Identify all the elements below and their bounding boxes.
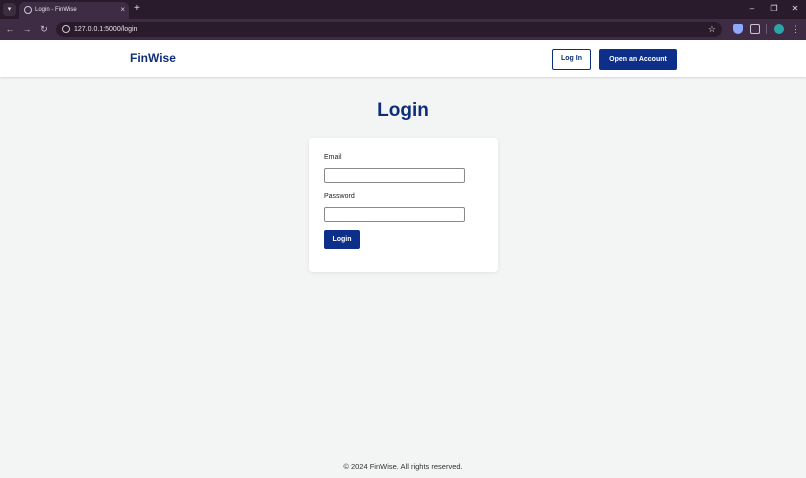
browser-menu-icon[interactable]: ⋮ [791,23,800,35]
browser-tab[interactable]: Login - FinWise × [19,2,129,19]
forward-button[interactable]: → [21,23,33,35]
site-header: FinWise Log In Open an Account [0,40,806,77]
login-form-card: Email Password Login [309,138,498,272]
chevron-down-icon: ▾ [7,6,12,13]
close-window-button[interactable]: ✕ [788,3,802,15]
page-title: Login [377,100,429,121]
login-submit-button[interactable]: Login [324,230,360,249]
bookmark-star-icon[interactable]: ☆ [708,23,716,35]
reload-button[interactable]: ↻ [38,23,50,35]
browser-toolbar: ← → ↻ 127.0.0.1:5000/login ☆ ⋮ [0,19,806,40]
site-info-icon[interactable] [62,25,70,33]
email-label: Email [324,154,342,161]
tab-search-button[interactable]: ▾ [3,3,16,16]
browser-tab-strip: ▾ Login - FinWise × + – ❐ ✕ [0,0,806,19]
address-bar[interactable]: 127.0.0.1:5000/login ☆ [56,22,722,37]
brand-logo[interactable]: FinWise [130,51,176,65]
login-nav-button[interactable]: Log In [552,49,591,70]
minimize-button[interactable]: – [745,3,759,15]
footer-copyright: © 2024 FinWise. All rights reserved. [343,462,463,471]
password-field[interactable] [324,207,465,222]
extensions-puzzle-icon[interactable] [750,24,760,34]
url-text[interactable]: 127.0.0.1:5000/login [74,24,137,35]
extension-shield-icon[interactable] [733,24,743,34]
back-button[interactable]: ← [4,23,16,35]
new-tab-button[interactable]: + [134,2,140,16]
toolbar-divider [766,24,767,34]
email-field[interactable] [324,168,465,183]
profile-avatar[interactable] [774,24,784,34]
restore-button[interactable]: ❐ [767,3,781,15]
open-account-button[interactable]: Open an Account [599,49,677,70]
password-label: Password [324,193,355,200]
globe-icon [24,6,32,14]
tab-close-button[interactable]: × [120,4,125,16]
tab-title: Login - FinWise [35,7,77,13]
